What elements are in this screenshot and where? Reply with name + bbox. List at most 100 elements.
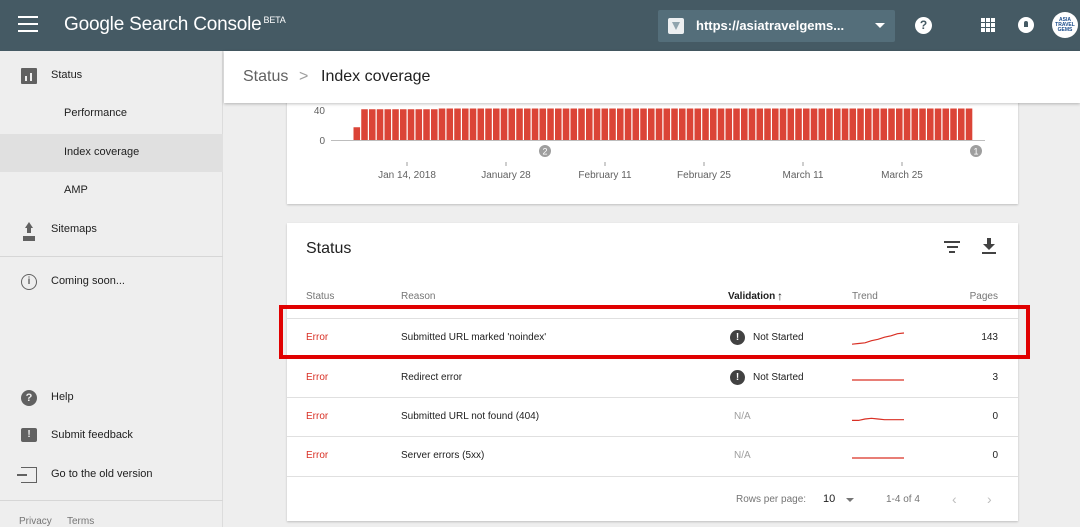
chart-bar	[965, 108, 973, 140]
chart-bar	[562, 108, 570, 140]
sidebar-item-help[interactable]: ? Help	[0, 379, 223, 417]
chart-bar	[539, 108, 547, 140]
rows-per-page-label: Rows per page:	[736, 494, 807, 505]
sidebar-item-index-coverage[interactable]: Index coverage	[0, 134, 223, 172]
chart-bar	[648, 108, 655, 140]
filter-icon[interactable]	[944, 241, 960, 253]
column-header-status[interactable]: Status	[306, 291, 334, 302]
y-tick-label: 40	[314, 106, 326, 117]
top-app-bar: Google Search Console BETA https://asiatr…	[0, 0, 1080, 51]
x-tick-label: February 25	[677, 170, 731, 181]
not-started-icon: !	[730, 370, 745, 385]
chart-bar	[686, 108, 694, 140]
exit-icon	[17, 467, 37, 483]
column-header-trend[interactable]: Trend	[852, 291, 878, 302]
row-reason: Redirect error	[401, 372, 463, 383]
page-title: Index coverage	[321, 68, 431, 85]
row-pages: 3	[992, 372, 998, 383]
table-row[interactable]: Error Server errors (5xx) N/A 0	[287, 436, 1018, 475]
chart-bar	[632, 108, 640, 140]
upload-icon	[21, 222, 37, 238]
trend-sparkline	[852, 457, 904, 459]
breadcrumb-status-link[interactable]: Status	[243, 68, 288, 86]
row-status: Error	[306, 450, 329, 461]
annotation-label: 1	[973, 147, 978, 157]
terms-link[interactable]: Terms	[67, 516, 94, 527]
sidebar-item-submit-feedback[interactable]: ! Submit feedback	[0, 417, 223, 455]
status-table-card: Status Status Reason Validation ↑ Trend …	[287, 223, 1018, 521]
notifications-icon[interactable]	[1018, 17, 1034, 33]
chart-bar	[415, 109, 423, 140]
y-tick-label: 0	[319, 136, 325, 147]
status-card-title: Status	[306, 240, 352, 257]
chart-bar	[934, 108, 942, 140]
row-status: Error	[306, 372, 329, 383]
chart-bar	[841, 108, 849, 140]
account-avatar[interactable]: ASIA TRAVEL GEMS	[1052, 12, 1078, 38]
chart-bar	[555, 108, 562, 140]
chart-bar	[384, 109, 392, 140]
rows-per-page-select[interactable]: 10	[823, 493, 859, 505]
chart-bar	[950, 108, 957, 140]
property-selector[interactable]: https://asiatravelgems...	[658, 10, 895, 42]
sidebar-item-old-version[interactable]: Go to the old version	[0, 456, 223, 494]
sidebar-item-amp[interactable]: AMP	[0, 172, 223, 210]
row-pages: 143	[981, 332, 998, 343]
sidebar-item-label: Submit feedback	[51, 429, 133, 441]
chart-bar	[640, 108, 647, 140]
chart-bar	[400, 109, 407, 140]
chart-bar	[958, 108, 965, 140]
chart-bar	[857, 108, 864, 140]
row-status: Error	[306, 332, 329, 343]
chart-bar	[803, 108, 810, 140]
row-validation: N/A	[734, 411, 751, 422]
chart-bar	[671, 108, 678, 140]
chart-bar	[717, 108, 725, 140]
table-row[interactable]: Error Redirect error ! Not Started 3	[287, 358, 1018, 397]
x-tick-label: March 11	[783, 170, 824, 181]
column-header-pages[interactable]: Pages	[970, 291, 998, 302]
sidebar-item-performance[interactable]: Performance	[0, 95, 223, 133]
chart-bar	[679, 108, 686, 140]
column-header-reason[interactable]: Reason	[401, 291, 435, 302]
chart-bar	[702, 108, 709, 140]
chevron-left-icon[interactable]: ‹	[952, 491, 957, 507]
chart-bar	[772, 108, 779, 140]
trend-sparkline	[852, 417, 904, 421]
chart-bar	[392, 109, 399, 140]
chart-bar	[446, 108, 454, 140]
chart-bar	[361, 109, 368, 140]
chart-bar	[524, 108, 531, 140]
sidebar-item-status[interactable]: Status	[0, 57, 223, 95]
privacy-link[interactable]: Privacy	[19, 516, 52, 527]
property-url: https://asiatravelgems...	[696, 18, 845, 33]
sidebar-item-label: Performance	[64, 107, 127, 119]
sort-ascending-icon[interactable]: ↑	[777, 289, 783, 303]
sidebar-item-sitemaps[interactable]: Sitemaps	[0, 211, 223, 249]
brand-beta-tag: BETA	[263, 15, 286, 25]
download-icon[interactable]	[982, 238, 996, 254]
sidebar-item-label: AMP	[64, 184, 88, 196]
chart-bar	[826, 108, 833, 140]
app-brand[interactable]: Google Search Console BETA	[64, 14, 286, 36]
chart-bar	[601, 108, 609, 140]
table-row[interactable]: Error Submitted URL not found (404) N/A …	[287, 397, 1018, 436]
chart-bar	[407, 109, 415, 140]
chart-bar	[880, 108, 888, 140]
chart-bar	[919, 108, 926, 140]
row-reason: Submitted URL not found (404)	[401, 411, 540, 422]
sidebar-item-label: Go to the old version	[51, 468, 153, 480]
chart-bar	[423, 109, 430, 140]
chart-bar	[531, 108, 539, 140]
sidebar-item-coming-soon[interactable]: i Coming soon...	[0, 263, 223, 301]
help-icon[interactable]: ?	[915, 17, 932, 34]
trend-sparkline	[852, 379, 904, 381]
apps-grid-icon[interactable]	[981, 18, 995, 32]
table-row[interactable]: Error Submitted URL marked 'noindex' ! N…	[287, 318, 1018, 357]
chart-bar	[795, 108, 802, 140]
chart-bar	[896, 108, 903, 140]
hamburger-menu-icon[interactable]	[18, 16, 38, 34]
chevron-right-icon[interactable]: ›	[987, 491, 992, 507]
column-header-validation[interactable]: Validation	[728, 291, 775, 302]
sidebar-divider	[0, 256, 223, 257]
